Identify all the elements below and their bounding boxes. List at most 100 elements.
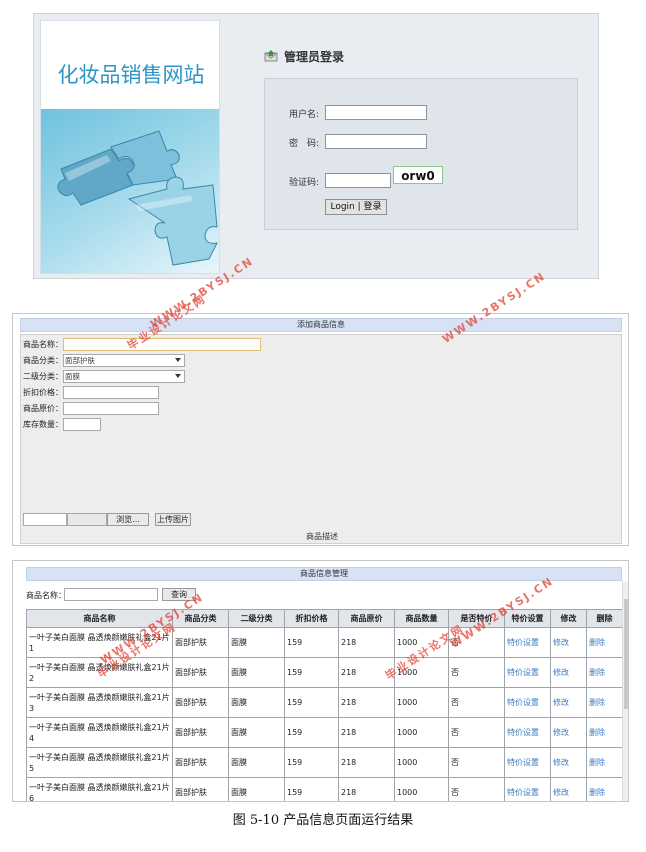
stock-input[interactable]: [63, 418, 101, 431]
set-special-link-text[interactable]: 特价设置: [507, 758, 539, 767]
envelope-icon: [264, 50, 278, 62]
edit-link-text[interactable]: 修改: [553, 758, 569, 767]
original-price-row: 商品原价：: [23, 402, 203, 416]
captcha-image[interactable]: orw0: [393, 166, 443, 184]
subcategory-row: 二级分类： 面膜: [23, 370, 203, 384]
cell-name-text: 一叶子美白面膜 晶透焕颜嫩肤礼盒21片3: [29, 692, 170, 713]
cell-category-text: 面部护肤: [175, 668, 207, 677]
upload-image-button[interactable]: 上传图片: [155, 513, 191, 526]
delete-link[interactable]: 删除: [586, 627, 623, 658]
site-title: 化妆品销售网站: [57, 63, 205, 87]
set-special-link[interactable]: 特价设置: [504, 777, 551, 801]
cell-category: 面部护肤: [172, 747, 229, 778]
cell-original: 218: [338, 687, 395, 718]
edit-link[interactable]: 修改: [550, 627, 587, 658]
edit-link-text[interactable]: 修改: [553, 698, 569, 707]
edit-link-text[interactable]: 修改: [553, 668, 569, 677]
edit-link[interactable]: 修改: [550, 717, 587, 748]
product-table: 商品名称 商品分类 二级分类 折扣价格 商品原价 商品数量 是否特价 特价设置 …: [26, 609, 623, 801]
delete-link-text[interactable]: 删除: [589, 638, 605, 647]
cell-name: 一叶子美白面膜 晶透焕颜嫩肤礼盒21片4: [26, 717, 173, 748]
cell-quantity-text: 1000: [397, 728, 418, 737]
scrollbar-thumb[interactable]: [624, 599, 628, 709]
col-category: 商品分类: [172, 609, 229, 628]
add-product-form: 商品名称： 商品分类： 面部护肤 二级分类： 面膜 折扣价格： 商品原价： 库存…: [20, 334, 622, 544]
set-special-link-text[interactable]: 特价设置: [507, 668, 539, 677]
delete-link[interactable]: 删除: [586, 657, 623, 688]
table-header: 商品名称 商品分类 二级分类 折扣价格 商品原价 商品数量 是否特价 特价设置 …: [26, 609, 623, 628]
name-input[interactable]: [63, 338, 261, 351]
edit-link[interactable]: 修改: [550, 657, 587, 688]
set-special-link-text[interactable]: 特价设置: [507, 788, 539, 797]
cell-quantity-text: 1000: [397, 758, 418, 767]
set-special-link[interactable]: 特价设置: [504, 717, 551, 748]
col-original: 商品原价: [338, 609, 395, 628]
browse-button[interactable]: 浏览...: [107, 513, 149, 526]
cell-subcategory: 面膜: [228, 747, 285, 778]
captcha-input[interactable]: [325, 173, 391, 188]
delete-link[interactable]: 删除: [586, 777, 623, 801]
delete-link[interactable]: 删除: [586, 747, 623, 778]
set-special-link-text[interactable]: 特价设置: [507, 638, 539, 647]
cell-discount-text: 159: [287, 638, 303, 647]
edit-link-text[interactable]: 修改: [553, 638, 569, 647]
username-label: 用户名:: [288, 110, 319, 120]
col-edit: 修改: [550, 609, 587, 628]
set-special-link[interactable]: 特价设置: [504, 747, 551, 778]
login-button[interactable]: Login | 登录: [325, 199, 387, 215]
col-quantity: 商品数量: [394, 609, 449, 628]
name-label: 商品名称：: [23, 340, 63, 349]
category-row: 商品分类： 面部护肤: [23, 354, 203, 368]
password-input[interactable]: [325, 134, 427, 149]
set-special-link-text[interactable]: 特价设置: [507, 698, 539, 707]
edit-link[interactable]: 修改: [550, 687, 587, 718]
login-heading-text: 管理员登录: [284, 50, 345, 64]
stock-label: 库存数量：: [23, 420, 63, 429]
edit-link[interactable]: 修改: [550, 747, 587, 778]
figure-caption: 图 5-10 产品信息页面运行结果: [232, 813, 414, 828]
subcategory-label: 二级分类：: [23, 372, 63, 381]
cell-category-text: 面部护肤: [175, 638, 207, 647]
cell-special-text: 否: [451, 728, 459, 737]
delete-link-text[interactable]: 删除: [589, 728, 605, 737]
cell-special-text: 否: [451, 668, 459, 677]
cell-original-text: 218: [341, 638, 357, 647]
delete-link-text[interactable]: 删除: [589, 698, 605, 707]
set-special-link[interactable]: 特价设置: [504, 627, 551, 658]
delete-link[interactable]: 删除: [586, 687, 623, 718]
cell-original-text: 218: [341, 668, 357, 677]
username-row: 用户名:: [265, 105, 577, 121]
set-special-link[interactable]: 特价设置: [504, 687, 551, 718]
cell-special-text: 否: [451, 698, 459, 707]
cell-quantity: 1000: [394, 717, 449, 748]
set-special-link[interactable]: 特价设置: [504, 657, 551, 688]
cell-category-text: 面部护肤: [175, 788, 207, 797]
cell-name-text: 一叶子美白面膜 晶透焕颜嫩肤礼盒21片2: [29, 662, 170, 683]
edit-link-text[interactable]: 修改: [553, 788, 569, 797]
cell-name: 一叶子美白面膜 晶透焕颜嫩肤礼盒21片5: [26, 747, 173, 778]
delete-link-text[interactable]: 删除: [589, 788, 605, 797]
stock-row: 库存数量：: [23, 418, 203, 432]
search-button[interactable]: 查询: [162, 588, 196, 601]
col-delete: 删除: [586, 609, 623, 628]
subcategory-select[interactable]: 面膜: [63, 370, 185, 383]
edit-link[interactable]: 修改: [550, 777, 587, 801]
username-input[interactable]: [325, 105, 427, 120]
discount-input[interactable]: [63, 386, 159, 399]
cell-original: 218: [338, 747, 395, 778]
edit-link-text[interactable]: 修改: [553, 728, 569, 737]
delete-link-text[interactable]: 删除: [589, 668, 605, 677]
delete-link[interactable]: 删除: [586, 717, 623, 748]
delete-link-text[interactable]: 删除: [589, 758, 605, 767]
puzzle-pieces-icon: [57, 130, 218, 266]
cell-name: 一叶子美白面膜 晶透焕颜嫩肤礼盒21片2: [26, 657, 173, 688]
cell-original: 218: [338, 777, 395, 801]
file-path-input[interactable]: [23, 513, 67, 526]
cell-original-text: 218: [341, 728, 357, 737]
original-price-input[interactable]: [63, 402, 159, 415]
set-special-link-text[interactable]: 特价设置: [507, 728, 539, 737]
scrollbar[interactable]: [622, 581, 628, 801]
cell-name: 一叶子美白面膜 晶透焕颜嫩肤礼盒21片1: [26, 627, 173, 658]
search-input[interactable]: [64, 588, 158, 601]
category-select[interactable]: 面部护肤: [63, 354, 185, 367]
